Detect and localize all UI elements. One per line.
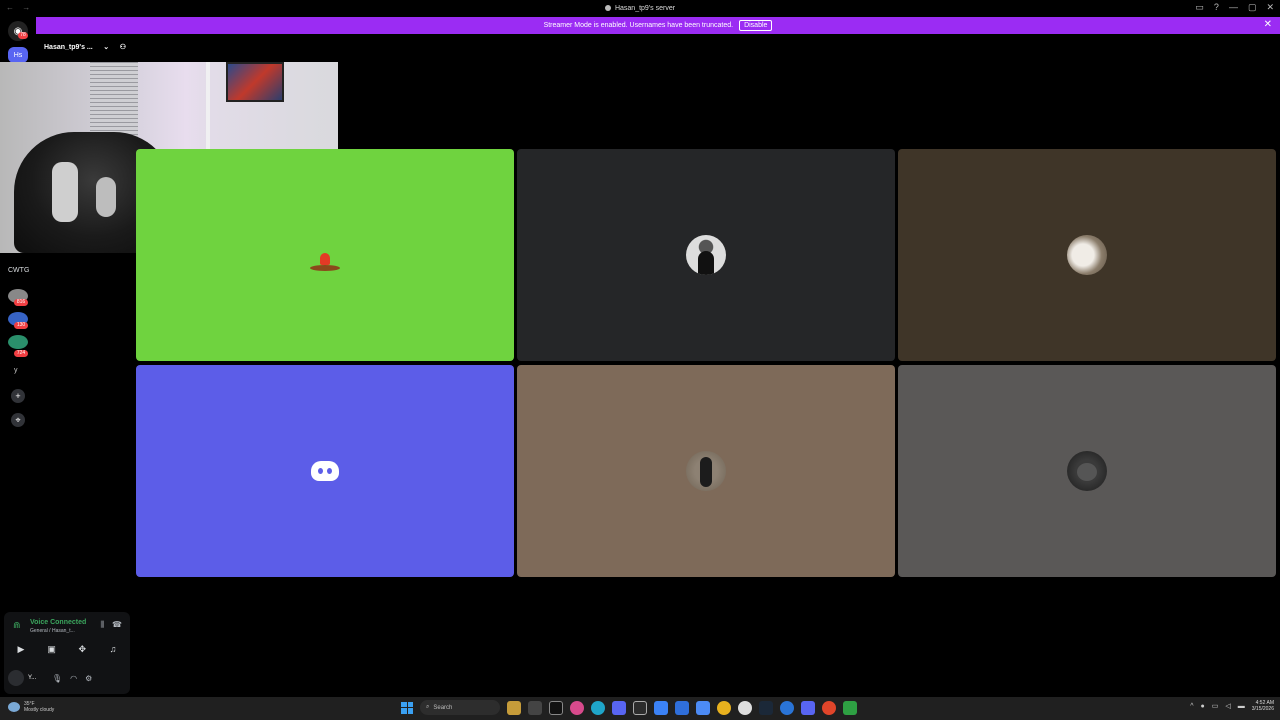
participant-avatar (686, 451, 726, 491)
close-window-button[interactable]: ✕ (1266, 2, 1274, 13)
taskbar-app-icon[interactable] (696, 700, 710, 715)
video-tile[interactable] (898, 365, 1276, 577)
disable-streamer-mode-button[interactable]: Disable (739, 20, 773, 31)
microphone-icon[interactable]: 🎙 (52, 674, 62, 683)
taskbar-app-icon[interactable] (822, 700, 836, 715)
search-icon: ⌕ (426, 704, 430, 710)
taskbar-app-icon[interactable] (633, 700, 647, 715)
taskbar-app-icon[interactable] (675, 700, 689, 715)
noise-suppression-icon[interactable]: ⫼ (100, 620, 104, 630)
taskbar-app-icon[interactable] (570, 700, 584, 715)
close-banner-icon[interactable]: ✕ (1264, 19, 1272, 30)
avatar[interactable] (8, 670, 24, 686)
dm-badge: 78 (18, 32, 28, 39)
server-header[interactable]: Hasan_tp9's ... ⌄ ⚇ (38, 38, 132, 56)
participant-avatar (1067, 235, 1107, 275)
windows-taskbar: 35°F Mostly cloudy ⌕ Search ^ ● ▭ ◁ ▬ 4:… (0, 697, 1280, 720)
window-title-text: Hasan_tp9's server (614, 4, 676, 12)
taskbar-app-icon[interactable] (549, 700, 563, 715)
help-icon[interactable]: ? (1214, 2, 1219, 13)
taskbar-app-icon[interactable] (507, 700, 521, 715)
nav-arrows[interactable]: ← → (6, 3, 33, 12)
server-folder-cwtg[interactable]: CWTG (8, 267, 29, 274)
server-badge: 130 (14, 322, 28, 329)
voice-channel-label[interactable]: General / Hasan_t... (30, 628, 75, 634)
voice-top-actions: ⫼ ☎ (100, 620, 122, 630)
system-tray: ^ ● ▭ ◁ ▬ 4:52 AM 3/15/2026 (1190, 700, 1274, 712)
streamer-mode-message: Streamer Mode is enabled. Usernames have… (543, 22, 734, 29)
server-icon[interactable] (8, 335, 28, 349)
participant-avatar (1067, 451, 1107, 491)
search-placeholder: Search (433, 704, 453, 711)
taskbar-app-icon[interactable] (612, 700, 626, 715)
weather-desc: Mostly cloudy (24, 707, 55, 713)
video-tile[interactable] (136, 365, 514, 577)
voice-action-row: ▶ ▣ ✥ ♫ (12, 642, 122, 656)
inbox-icon[interactable]: ▭ (1195, 2, 1204, 13)
server-glyph-icon (604, 5, 611, 11)
username[interactable]: Y... (28, 675, 42, 681)
soundboard-icon[interactable]: ♫ (104, 642, 122, 656)
taskbar-apps: ⌕ Search (401, 700, 857, 715)
cloud-icon (8, 702, 20, 712)
participant-avatar (686, 235, 726, 275)
server-name: Hasan_tp9's ... (44, 43, 93, 51)
maximize-button[interactable]: ▢ (1248, 2, 1257, 13)
date: 3/15/2026 (1251, 706, 1274, 712)
windows-start-icon[interactable] (401, 701, 413, 714)
edge-icon[interactable] (591, 700, 605, 715)
clock[interactable]: 4:52 AM 3/15/2026 (1252, 700, 1274, 712)
server-badge: 724 (14, 350, 28, 357)
task-view-icon[interactable] (528, 700, 542, 715)
explore-servers-button[interactable]: ⌖ (11, 413, 25, 427)
add-member-icon[interactable]: ⚇ (120, 43, 126, 51)
video-tile[interactable] (898, 149, 1276, 361)
disconnect-icon[interactable]: ☎ (112, 620, 122, 630)
discord-logo-icon (311, 461, 339, 481)
screen-share-icon[interactable]: ▣ (43, 642, 61, 656)
chevron-up-icon[interactable]: ^ (1190, 703, 1193, 710)
voice-connected-status[interactable]: Voice Connected (30, 619, 86, 626)
user-controls: 🎙 ◠ ⚙ (52, 674, 92, 683)
taskbar-app-icon[interactable] (780, 700, 794, 715)
user-panel: Y... 🎙 ◠ ⚙ (8, 668, 126, 688)
weather-widget[interactable]: 35°F Mostly cloudy (8, 701, 54, 713)
streamer-mode-banner: Streamer Mode is enabled. Usernames have… (36, 17, 1280, 34)
server-icon-hs[interactable]: Hs (8, 47, 28, 63)
camera-scene-poster (226, 62, 284, 102)
settings-gear-icon[interactable]: ⚙ (85, 674, 92, 683)
window-title: Hasan_tp9's server (604, 4, 676, 12)
chevron-down-icon: ⌄ (103, 44, 110, 51)
microphone-tray-icon[interactable]: ● (1201, 703, 1205, 710)
server-folder-y[interactable]: y (14, 367, 18, 374)
video-tile[interactable] (517, 365, 895, 577)
camera-off-icon[interactable]: ▶ (12, 642, 30, 656)
add-server-button[interactable]: + (11, 389, 25, 403)
camera-scene-chair-detail (96, 177, 116, 217)
title-bar: ← → Hasan_tp9's server ▭ ? — ▢ ✕ (0, 0, 1280, 16)
voice-connection-panel: ⋒ Voice Connected General / Hasan_t... ⫼… (4, 612, 130, 694)
window-controls: ▭ ? — ▢ ✕ (1195, 2, 1274, 13)
mushroom-avatar-icon (310, 253, 340, 273)
activities-icon[interactable]: ✥ (73, 642, 91, 656)
signal-icon: ⋒ (13, 620, 21, 630)
video-tile[interactable] (517, 149, 895, 361)
discord-taskbar-icon[interactable] (801, 700, 815, 715)
battery-icon[interactable]: ▬ (1238, 703, 1245, 710)
camera-scene-chair-detail (52, 162, 78, 222)
headphones-icon[interactable]: ◠ (70, 674, 77, 683)
video-tile[interactable] (136, 149, 514, 361)
volume-icon[interactable]: ◁ (1225, 702, 1230, 710)
taskbar-app-icon[interactable] (654, 700, 668, 715)
taskbar-search[interactable]: ⌕ Search (420, 700, 500, 715)
steam-icon[interactable] (759, 700, 773, 715)
minimize-button[interactable]: — (1229, 2, 1238, 13)
network-icon[interactable]: ▭ (1212, 702, 1219, 710)
taskbar-app-icon[interactable] (738, 700, 752, 715)
taskbar-app-icon[interactable] (843, 700, 857, 715)
server-badge: 816 (14, 299, 28, 306)
chrome-icon[interactable] (717, 700, 731, 715)
